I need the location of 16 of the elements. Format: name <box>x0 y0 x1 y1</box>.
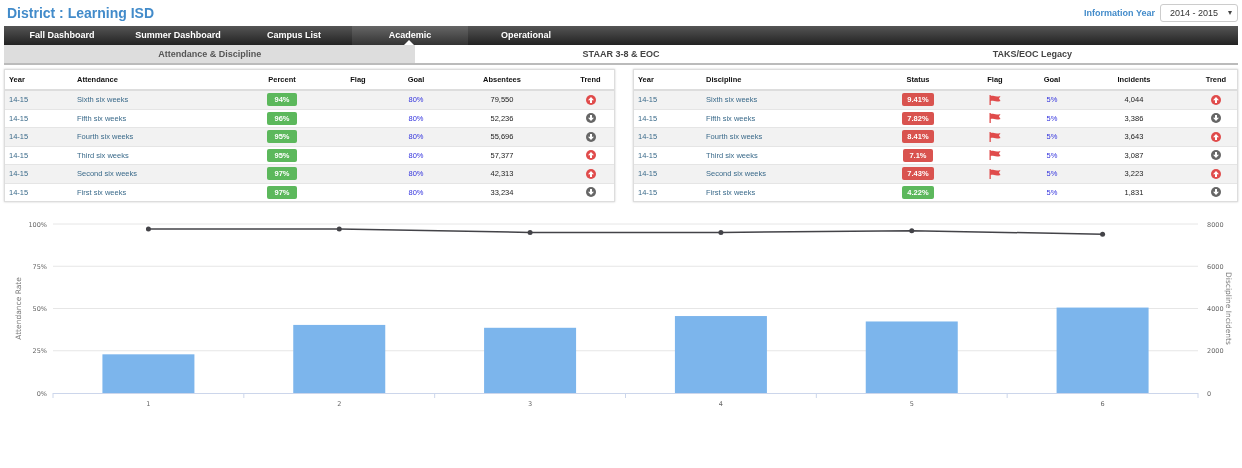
nav-tab[interactable]: Academic <box>352 26 468 45</box>
caret-icon <box>1228 11 1232 15</box>
nav-tab[interactable]: Summer Dashboard <box>120 26 236 45</box>
page-title: District : Learning ISD <box>7 5 155 21</box>
chart-point <box>336 226 342 232</box>
chart-point <box>718 229 724 235</box>
nav-tab[interactable]: Operational <box>468 26 584 45</box>
nav-tab[interactable]: Fall Dashboard <box>4 26 120 45</box>
chart-point <box>527 229 533 235</box>
sub-tab[interactable]: Attendance & Discipline <box>4 45 416 63</box>
year-label: Information Year <box>1084 8 1155 18</box>
chart-point <box>1100 231 1106 237</box>
year-select[interactable]: 2014 - 2015 <box>1159 4 1238 22</box>
nav-tab[interactable]: Campus List <box>236 26 352 45</box>
chart-point <box>145 226 151 232</box>
chart-point <box>909 228 915 234</box>
